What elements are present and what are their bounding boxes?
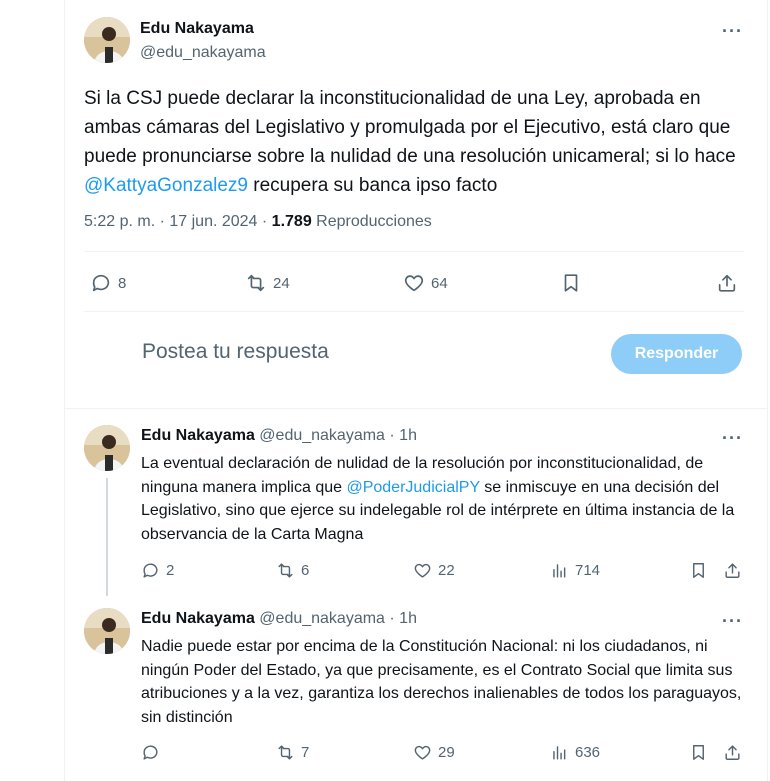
divider	[64, 408, 768, 409]
retweet-count: 24	[273, 274, 290, 292]
bookmark-button[interactable]	[689, 743, 708, 762]
reply-button[interactable]: 2	[141, 561, 174, 580]
tweet-text-part: Si la CSJ puede declarar la inconstituci…	[84, 88, 736, 167]
share-upload-icon	[725, 563, 740, 578]
avatar[interactable]	[84, 425, 130, 471]
reply-header: Edu Nakayama @edu_nakayama · 1h	[141, 610, 417, 628]
tweet-text: Si la CSJ puede declarar la inconstituci…	[84, 84, 744, 200]
avatar[interactable]	[84, 17, 130, 63]
timestamp[interactable]: 5:22 p. m. · 17 jun. 2024 ·	[84, 213, 272, 230]
mention-link[interactable]: @KattyaGonzalez9	[84, 175, 248, 196]
author-handle[interactable]: @edu_nakayama	[259, 610, 385, 627]
more-dots-icon[interactable]: ···	[722, 612, 743, 630]
bar-chart-icon	[553, 746, 566, 760]
more-dots-icon[interactable]: ···	[722, 429, 743, 447]
divider	[84, 311, 744, 312]
bookmark-icon	[564, 274, 578, 292]
avatar-photo	[84, 17, 130, 63]
reply-button[interactable]: 8	[90, 272, 126, 294]
tweet-meta: 5:22 p. m. · 17 jun. 2024 · 1.789 Reprod…	[84, 213, 432, 231]
like-count: 22	[438, 562, 455, 579]
bookmark-icon	[693, 563, 704, 578]
author-name[interactable]: Edu Nakayama	[140, 20, 254, 38]
author-name[interactable]: Edu Nakayama	[141, 610, 255, 627]
retweet-button[interactable]: 24	[245, 272, 290, 294]
more-dots-icon[interactable]: ···	[722, 22, 743, 40]
like-button[interactable]: 64	[403, 272, 448, 294]
avatar-photo	[84, 425, 130, 471]
views-count: 1.789	[271, 213, 312, 230]
bookmark-icon	[693, 745, 704, 760]
retweet-arrows-icon	[247, 274, 265, 292]
retweet-arrows-icon	[278, 745, 293, 760]
avatar[interactable]	[84, 608, 130, 654]
thread-connector-line	[106, 478, 108, 596]
retweet-arrows-icon	[278, 563, 293, 578]
views-count: 636	[575, 744, 601, 761]
author-handle[interactable]: @edu_nakayama	[140, 44, 266, 62]
author-name[interactable]: Edu Nakayama	[141, 427, 255, 444]
reply-text: La eventual declaración de nulidad de la…	[141, 452, 746, 546]
speech-bubble-icon	[92, 274, 110, 292]
retweet-button[interactable]: 6	[276, 561, 309, 580]
share-upload-icon	[725, 745, 740, 760]
heart-icon	[404, 275, 424, 292]
bookmark-button[interactable]	[689, 561, 708, 580]
speech-bubble-icon	[143, 745, 158, 760]
retweet-count: 7	[301, 744, 310, 761]
reply-text: Nadie puede estar por encima de la Const…	[141, 638, 742, 726]
mention-link[interactable]: @PoderJudicialPY	[346, 479, 479, 496]
retweet-button[interactable]: 7	[276, 743, 309, 762]
views-count: 714	[575, 562, 601, 579]
bar-chart-icon	[553, 564, 566, 578]
like-button[interactable]: 29	[413, 743, 455, 762]
divider	[84, 251, 744, 252]
heart-icon	[414, 563, 431, 578]
views-button[interactable]: 714	[550, 561, 600, 580]
heart-icon	[414, 745, 431, 760]
speech-bubble-icon	[143, 563, 158, 578]
reply-count: 2	[166, 562, 175, 579]
share-button[interactable]	[716, 272, 738, 294]
reply-time[interactable]: · 1h	[389, 610, 417, 627]
reply-time[interactable]: · 1h	[389, 427, 417, 444]
share-button[interactable]	[723, 743, 742, 762]
reply-button[interactable]	[141, 743, 166, 762]
like-count: 64	[431, 274, 448, 292]
reply-submit-button[interactable]: Responder	[611, 334, 742, 374]
retweet-count: 6	[301, 562, 310, 579]
reply-count: 8	[118, 274, 127, 292]
share-button[interactable]	[723, 561, 742, 580]
views-label: Reproducciones	[311, 213, 432, 230]
reply-composer-input[interactable]: Postea tu respuesta	[142, 340, 329, 364]
share-upload-icon	[718, 274, 736, 292]
bookmark-button[interactable]	[560, 272, 582, 294]
avatar-photo	[84, 608, 130, 654]
like-count: 29	[438, 744, 455, 761]
tweet-text-part: recupera su banca ipso facto	[248, 175, 498, 196]
reply-header: Edu Nakayama @edu_nakayama · 1h	[141, 427, 417, 445]
like-button[interactable]: 22	[413, 561, 455, 580]
views-button[interactable]: 636	[550, 743, 600, 762]
author-handle[interactable]: @edu_nakayama	[259, 427, 385, 444]
